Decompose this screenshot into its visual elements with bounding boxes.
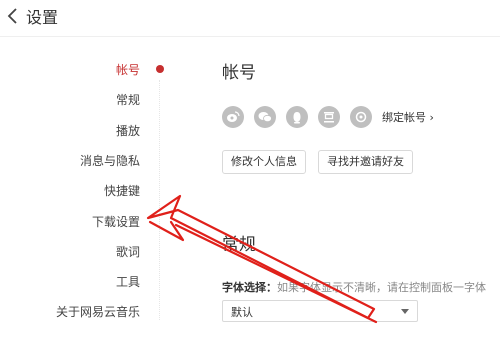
find-invite-friends-button[interactable]: 寻找并邀请好友 <box>318 150 413 174</box>
top-bar: 设置 <box>0 0 500 32</box>
sidebar-item-shortcuts[interactable]: 快捷键 <box>104 182 140 199</box>
edit-profile-button[interactable]: 修改个人信息 <box>222 150 306 174</box>
wechat-icon[interactable] <box>254 106 276 128</box>
font-label: 字体选择： <box>222 281 277 294</box>
douban-icon[interactable] <box>318 106 340 128</box>
section-title-general: 常规 <box>222 235 256 255</box>
sidebar-item-messages-privacy[interactable]: 消息与隐私 <box>80 152 140 169</box>
font-selection-label: 字体选择：如果字体显示不清晰，请在控制面板一字体 <box>222 279 500 295</box>
header-divider <box>0 36 500 37</box>
sidebar-item-general[interactable]: 常规 <box>116 91 140 108</box>
font-select[interactable]: 默认 <box>222 300 418 322</box>
chevron-down-icon <box>401 309 409 314</box>
font-select-value: 默认 <box>231 306 253 319</box>
sidebar-rail <box>159 80 160 320</box>
font-hint-text: 如果字体显示不清晰，请在控制面板一字体 <box>277 281 486 294</box>
sidebar-item-download-settings[interactable]: 下载设置 <box>92 213 140 230</box>
active-indicator-dot <box>156 65 164 73</box>
sidebar-item-account[interactable]: 帐号 <box>116 61 140 78</box>
renren-icon[interactable] <box>350 106 372 128</box>
page-title: 设置 <box>26 8 59 27</box>
weibo-icon[interactable] <box>222 106 244 128</box>
section-title-account: 帐号 <box>222 63 256 83</box>
bind-account-link[interactable]: 绑定帐号 › <box>382 109 434 125</box>
back-arrow-icon[interactable] <box>6 6 20 26</box>
sidebar-item-playback[interactable]: 播放 <box>116 122 140 139</box>
sidebar-item-lyrics[interactable]: 歌词 <box>116 243 140 260</box>
qq-icon[interactable] <box>286 106 308 128</box>
sidebar-item-about[interactable]: 关于网易云音乐 <box>56 303 140 320</box>
settings-sidebar: 帐号 常规 播放 消息与隐私 快捷键 下载设置 歌词 工具 关于网易云音乐 <box>0 40 172 339</box>
settings-content: 帐号 绑定帐号 › 修改个人信息 寻找并邀请好友 常规 字体选择：如果字体显示不… <box>172 40 500 339</box>
sidebar-item-tools[interactable]: 工具 <box>116 273 140 290</box>
